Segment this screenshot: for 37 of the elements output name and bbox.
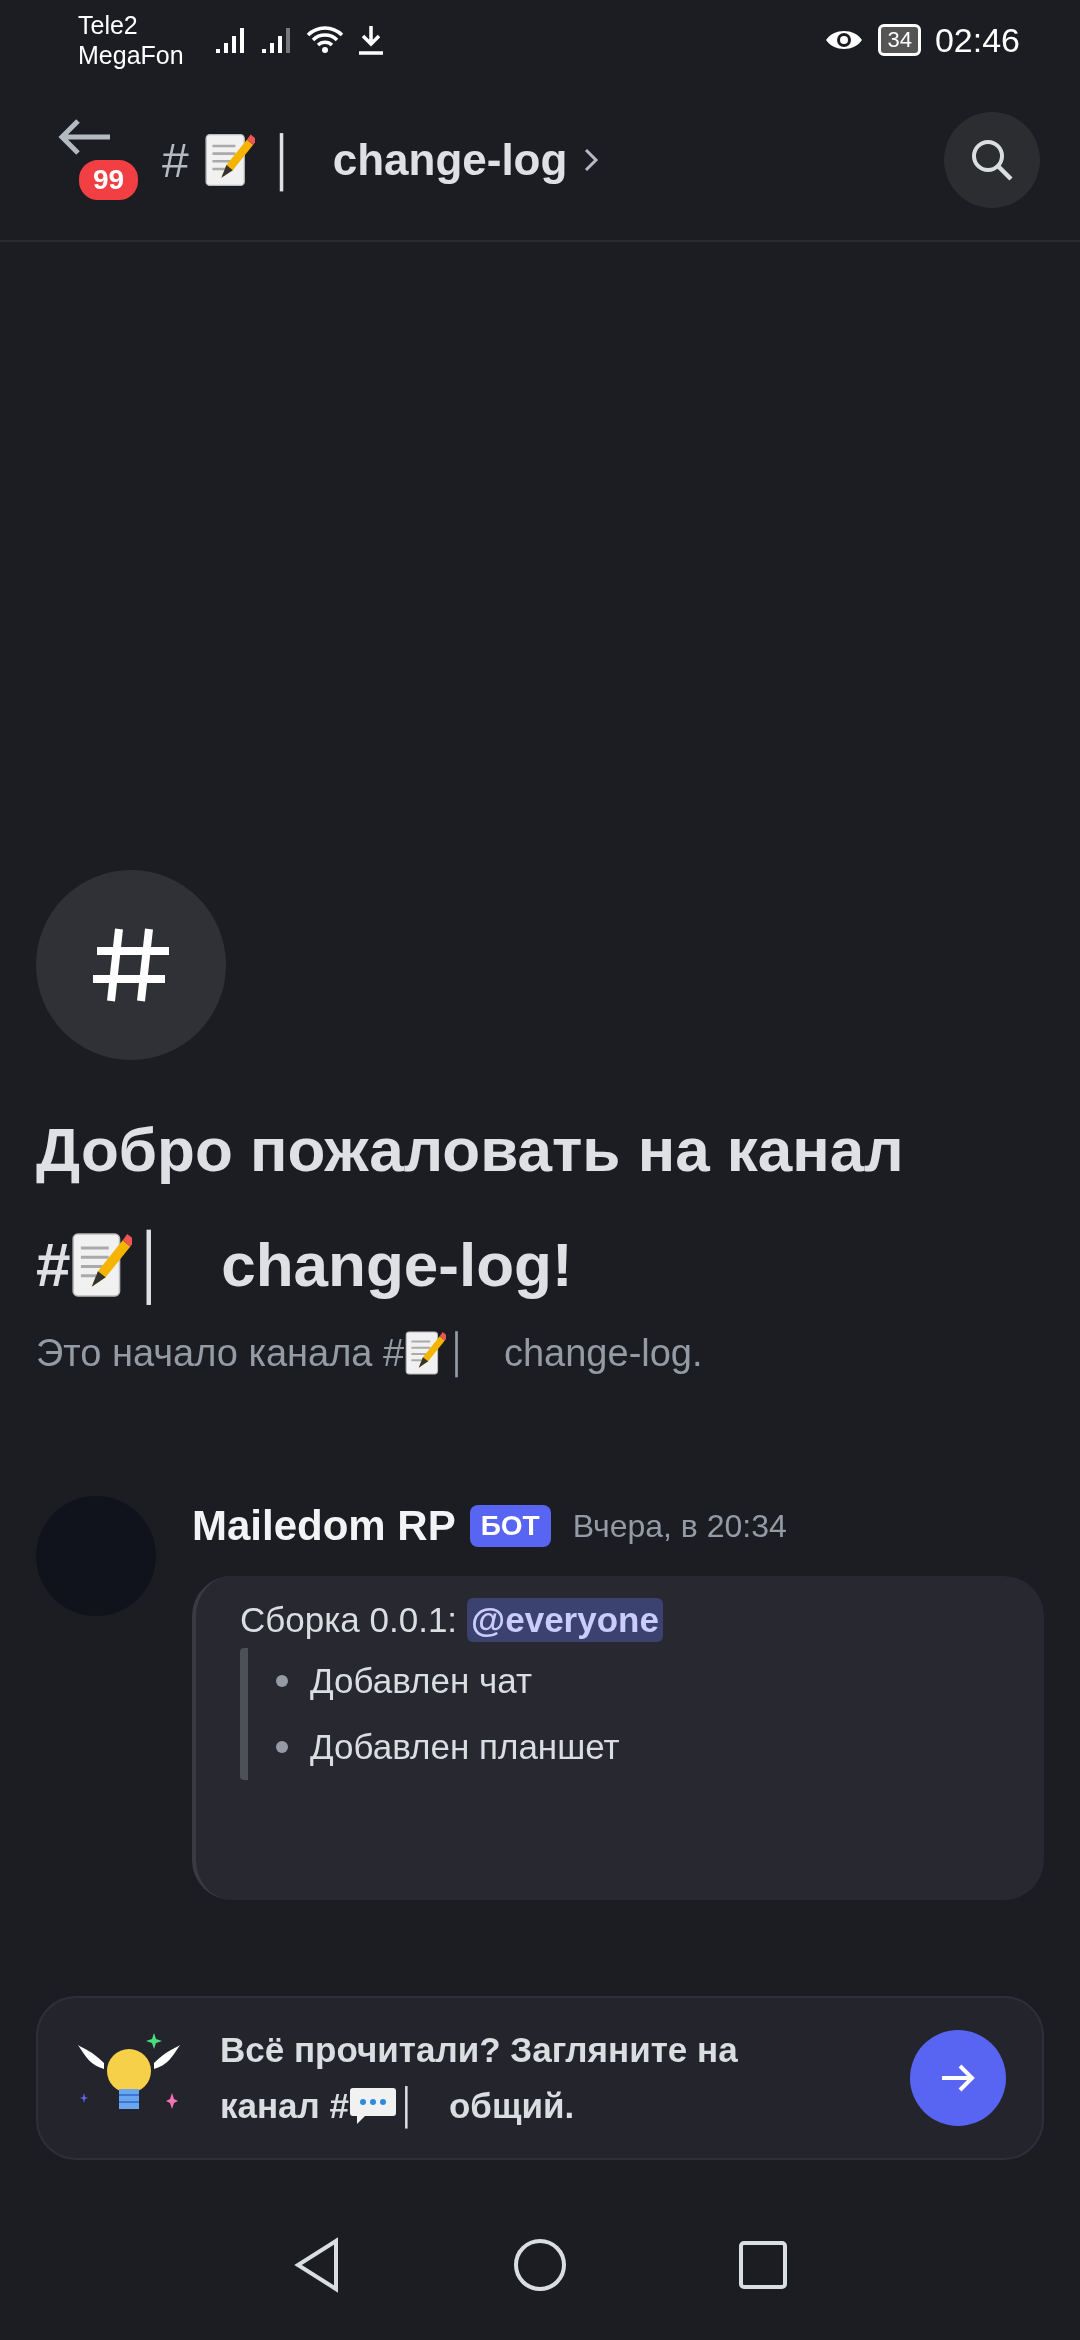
memo-icon — [202, 132, 255, 188]
clock-time: 02:46 — [934, 20, 1020, 60]
bullet-icon — [276, 1741, 288, 1753]
welcome-title: Добро пожаловать на канал — [36, 1114, 905, 1186]
channel-separator: │ — [132, 1210, 172, 1320]
carrier-name: Tele2 — [78, 10, 139, 40]
memo-icon — [70, 1231, 133, 1299]
nav-recents-button[interactable] — [738, 2240, 788, 2290]
channel-hash: # — [383, 1331, 405, 1375]
welcome-subtitle: Это начало канала — [36, 1331, 374, 1375]
battery-level: 34 — [878, 24, 921, 56]
channel-name[interactable]: change-log — [332, 135, 568, 185]
nav-home-button[interactable] — [512, 2237, 568, 2293]
channel-hash: # — [36, 1229, 71, 1301]
wifi-icon — [305, 25, 344, 55]
speech-bubble-icon — [349, 2086, 398, 2126]
bot-tag: БОТ — [469, 1505, 551, 1547]
carrier-name: MegaFon — [78, 40, 184, 70]
channel-hash: # — [329, 2085, 350, 2127]
suggestion-text: Всё прочитали? Загляните на — [220, 2029, 738, 2071]
bullet-icon — [276, 1675, 288, 1687]
list-item: Добавлен планшет — [310, 1726, 620, 1768]
author-name[interactable]: Mailedom RP — [192, 1502, 456, 1550]
mention-link[interactable]: @everyone — [467, 1598, 663, 1642]
list-item: Добавлен чат — [310, 1660, 532, 1702]
embed-heading: Сборка 0.0.1: — [240, 1600, 458, 1640]
message-time: Вчера, в 20:34 — [572, 1507, 787, 1545]
channel-name[interactable]: общий. — [448, 2078, 575, 2134]
memo-icon — [404, 1330, 447, 1376]
circle-home-icon — [512, 2237, 568, 2293]
channel-hash: # — [162, 132, 189, 188]
channel-name: change-log. — [503, 1331, 703, 1375]
suggestion-text: канал — [220, 2085, 321, 2127]
channel-name: change-log! — [221, 1229, 573, 1301]
back-arrow-icon — [56, 117, 112, 157]
square-recents-icon — [738, 2240, 788, 2290]
channel-separator: │ — [397, 2078, 419, 2134]
